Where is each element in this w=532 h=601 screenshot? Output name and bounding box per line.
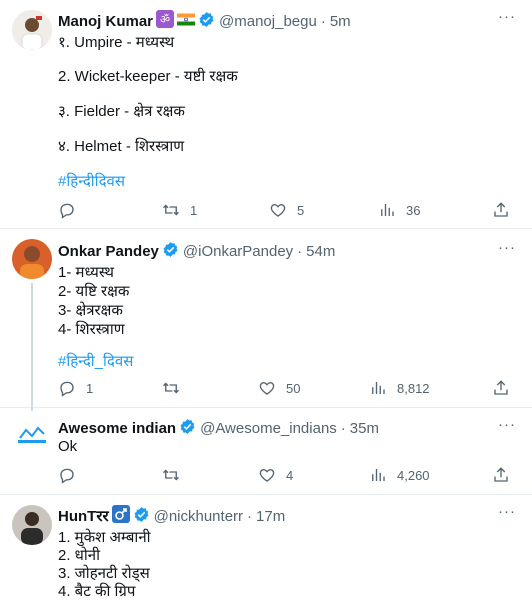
avatar[interactable]	[12, 505, 52, 545]
views-icon	[372, 469, 385, 481]
more-options-icon[interactable]: ···	[498, 416, 516, 433]
retweet-button[interactable]: 1	[162, 201, 197, 219]
tweet-text-line: १. Umpire - मध्यस्थ	[58, 34, 175, 51]
reply-button[interactable]: 1	[58, 379, 93, 397]
tweet-header: Onkar Pandey @iOnkarPandey · 54m	[58, 241, 335, 262]
like-count: 50	[286, 380, 301, 396]
tweet-actions: 4 4,260	[58, 466, 518, 486]
reply-count: 1	[86, 380, 94, 396]
author-name[interactable]: Awesome indian	[58, 420, 176, 437]
heart-icon	[259, 469, 275, 482]
tweet-text-line: ३. Fielder - क्षेत्र रक्षक	[58, 103, 185, 120]
heart-icon	[259, 382, 275, 395]
views-count: 36	[406, 202, 421, 218]
tweet-text-line: 4- शिरस्त्राण	[58, 321, 125, 338]
tweet-header: Awesome indian @Awesome_indians · 35m	[58, 418, 379, 439]
india-flag-icon	[177, 13, 196, 30]
like-button[interactable]: 5	[269, 201, 304, 219]
retweet-count: 1	[190, 202, 198, 218]
more-options-icon[interactable]: ···	[498, 239, 516, 256]
like-count: 4	[286, 467, 294, 483]
male-sign-icon	[111, 505, 130, 527]
tweet-text-line: 4. बैट की ग्रिप	[58, 583, 136, 600]
author-handle[interactable]: @iOnkarPandey	[183, 243, 293, 260]
avatar[interactable]	[12, 416, 52, 456]
views-button[interactable]: 36	[378, 201, 420, 219]
reply-button[interactable]	[58, 201, 76, 219]
share-button[interactable]	[492, 379, 510, 397]
retweet-icon	[163, 204, 179, 216]
reply-icon	[60, 203, 74, 219]
hashtag-link[interactable]: #हिन्दीदिवस	[58, 171, 125, 191]
more-options-icon[interactable]: ···	[498, 503, 516, 520]
views-count: 4,260	[397, 467, 430, 483]
tweet-3[interactable]: Awesome indian @Awesome_indians · 35m ··…	[0, 408, 532, 495]
share-icon	[494, 380, 508, 395]
avatar[interactable]	[12, 10, 52, 50]
views-button[interactable]: 4,260	[369, 466, 430, 484]
heart-icon	[270, 204, 286, 217]
separator-dot: ·	[320, 12, 326, 30]
verified-icon	[162, 241, 179, 262]
views-icon	[372, 382, 385, 394]
share-icon	[494, 467, 508, 482]
views-count: 8,812	[397, 380, 430, 396]
tweet-text-line: 2. Wicket-keeper - यष्टी रक्षक	[58, 68, 238, 85]
tweet-header: Manoj Kumar ॐ @manoj_begu · 5m	[58, 10, 351, 32]
retweet-icon	[163, 382, 179, 394]
author-name[interactable]: Onkar Pandey	[58, 243, 159, 260]
tweet-actions: 1 50 8,812	[58, 379, 518, 399]
reply-icon	[60, 381, 74, 397]
retweet-button[interactable]	[162, 379, 180, 397]
separator-dot: ·	[297, 243, 303, 260]
separator-dot: ·	[247, 507, 253, 525]
tweet-actions: 1 5 36	[58, 201, 518, 221]
retweet-button[interactable]	[162, 466, 180, 484]
verified-icon	[133, 506, 150, 527]
author-handle[interactable]: @nickhunterr	[154, 508, 243, 525]
tweet-text-line: 1- मध्यस्थ	[58, 264, 114, 281]
share-button[interactable]	[492, 466, 510, 484]
separator-dot: ·	[340, 420, 346, 437]
share-icon	[494, 202, 508, 217]
svg-text:ॐ: ॐ	[160, 13, 170, 26]
thread-connector-line	[31, 283, 33, 411]
timestamp[interactable]: 17m	[256, 508, 285, 525]
author-name[interactable]: Manoj Kumar	[58, 13, 153, 30]
avatar[interactable]	[12, 239, 52, 279]
om-emoji-icon: ॐ	[156, 10, 175, 32]
views-button[interactable]: 8,812	[369, 379, 430, 397]
author-handle[interactable]: @Awesome_indians	[200, 420, 337, 437]
tweet-text-line: 2- यष्टि रक्षक	[58, 283, 130, 300]
more-options-icon[interactable]: ···	[498, 8, 516, 25]
tweet-text-line: 2. धोनी	[58, 547, 100, 564]
tweet-2[interactable]: Onkar Pandey @iOnkarPandey · 54m ··· 1- …	[0, 229, 532, 411]
author-handle[interactable]: @manoj_begu	[219, 13, 317, 30]
reply-button[interactable]	[58, 466, 76, 484]
reply-icon	[60, 468, 74, 484]
like-button[interactable]: 50	[258, 379, 300, 397]
tweet-1[interactable]: Manoj Kumar ॐ @manoj_begu · 5m ··· १. Um…	[0, 0, 532, 229]
tweet-text-line: Ok	[58, 438, 78, 455]
views-icon	[381, 204, 394, 216]
tweet-header: HunTरर @nickhunterr · 17m	[58, 505, 285, 527]
hashtag-link[interactable]: #हिन्दी_दिवस	[58, 351, 133, 371]
retweet-icon	[163, 469, 179, 481]
verified-icon	[179, 418, 196, 439]
tweet-text-line: 3- क्षेत्ररक्षक	[58, 302, 123, 319]
tweet-text-line: 3. जोहनटी रोड्स	[58, 565, 150, 582]
author-name[interactable]: HunTरर	[58, 506, 109, 526]
timestamp[interactable]: 5m	[330, 13, 351, 30]
tweet-text-line: 1. मुकेश अम्बानी	[58, 529, 151, 546]
timestamp[interactable]: 35m	[350, 420, 379, 437]
share-button[interactable]	[492, 201, 510, 219]
tweet-text-line: ४. Helmet - शिरस्त्राण	[58, 138, 185, 155]
like-button[interactable]: 4	[258, 466, 293, 484]
timestamp[interactable]: 54m	[306, 243, 335, 260]
tweet-4[interactable]: HunTरर @nickhunterr · 17m ··· 1. मुकेश अ…	[0, 495, 532, 601]
like-count: 5	[297, 202, 305, 218]
verified-icon	[198, 11, 215, 32]
